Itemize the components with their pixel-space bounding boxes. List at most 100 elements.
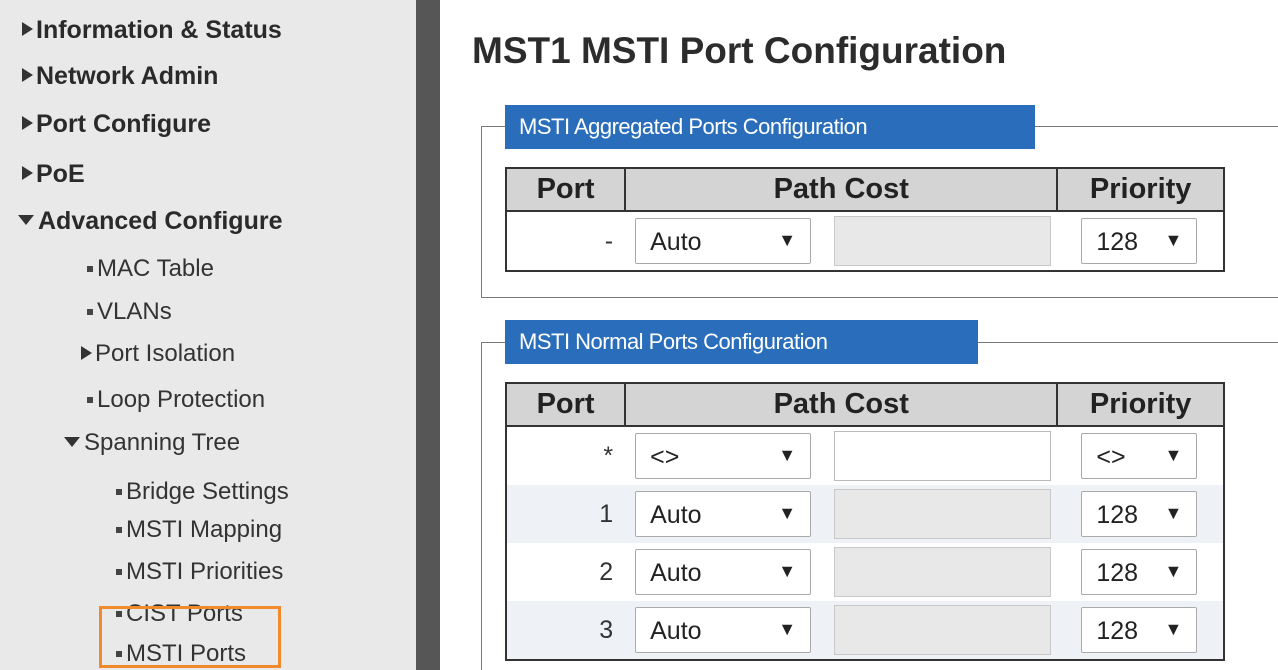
nav-msti-mapping[interactable]: MSTI Mapping bbox=[116, 516, 282, 544]
nav-mac-table[interactable]: MAC Table bbox=[87, 255, 214, 283]
fieldset-border bbox=[1035, 126, 1278, 127]
port-cell: 1 bbox=[506, 485, 626, 543]
nav-label: PoE bbox=[36, 160, 85, 188]
dropdown-arrow-icon: ▼ bbox=[1164, 503, 1183, 523]
priority-cell: 128 ▼ bbox=[1057, 485, 1224, 543]
nav-loop-protection[interactable]: Loop Protection bbox=[87, 386, 265, 414]
header-priority: Priority bbox=[1056, 383, 1225, 427]
path-cost-value-input[interactable] bbox=[834, 489, 1052, 539]
bullet-icon bbox=[87, 308, 93, 315]
dropdown-arrow-icon: ▼ bbox=[778, 230, 797, 250]
priority-cell: 128 ▼ bbox=[1057, 543, 1224, 601]
nav-spanning-tree[interactable]: Spanning Tree bbox=[64, 429, 240, 457]
port-cell: * bbox=[506, 426, 626, 485]
path-cost-mode-select[interactable]: Auto ▼ bbox=[635, 549, 812, 595]
aggregated-ports-table: Port Path Cost Priority - Auto ▼ 128 ▼ bbox=[504, 167, 1225, 272]
path-cost-cell: Auto ▼ bbox=[625, 543, 1058, 601]
selected-nav-highlight bbox=[99, 606, 281, 668]
triangle-right-icon bbox=[22, 22, 33, 37]
header-path-cost: Path Cost bbox=[624, 168, 1059, 212]
priority-select[interactable]: 128 ▼ bbox=[1081, 607, 1198, 653]
nav-label: Port Configure bbox=[36, 110, 211, 138]
port-cell: 3 bbox=[506, 601, 626, 660]
path-cost-mode-select[interactable]: Auto ▼ bbox=[635, 491, 812, 537]
select-value: Auto bbox=[650, 617, 702, 645]
nav-label: MAC Table bbox=[97, 255, 214, 282]
bullet-icon bbox=[116, 526, 122, 533]
header-priority: Priority bbox=[1056, 168, 1225, 212]
header-port: Port bbox=[504, 168, 627, 212]
path-cost-value-input[interactable] bbox=[834, 547, 1052, 597]
port-cell: 2 bbox=[506, 543, 626, 601]
dropdown-arrow-icon: ▼ bbox=[778, 445, 797, 465]
nav-label: Port Isolation bbox=[95, 340, 236, 367]
path-cost-value-input[interactable] bbox=[834, 216, 1052, 266]
sidebar-divider[interactable] bbox=[416, 0, 440, 670]
dropdown-arrow-icon: ▼ bbox=[1164, 619, 1183, 639]
bullet-icon bbox=[116, 488, 122, 495]
nav-port-isolation[interactable]: Port Isolation bbox=[81, 340, 235, 368]
fieldset-border bbox=[481, 126, 482, 298]
nav-msti-priorities[interactable]: MSTI Priorities bbox=[116, 558, 283, 586]
priority-cell: 128 ▼ bbox=[1057, 211, 1224, 271]
dropdown-arrow-icon: ▼ bbox=[1164, 445, 1183, 465]
nav-advanced-configure[interactable]: Advanced Configure bbox=[18, 207, 282, 236]
triangle-right-icon bbox=[22, 116, 33, 131]
nav-label: Network Admin bbox=[36, 62, 219, 90]
nav-label: Spanning Tree bbox=[84, 429, 241, 456]
nav-label: Information & Status bbox=[36, 16, 282, 44]
nav-label: Bridge Settings bbox=[126, 478, 289, 505]
dropdown-arrow-icon: ▼ bbox=[1164, 561, 1183, 581]
select-value: <> bbox=[650, 443, 680, 471]
dropdown-arrow-icon: ▼ bbox=[778, 503, 797, 523]
fieldset-border bbox=[481, 297, 1278, 298]
nav-label: Advanced Configure bbox=[38, 207, 283, 235]
fieldset-border bbox=[481, 342, 505, 343]
path-cost-mode-select[interactable]: Auto ▼ bbox=[635, 218, 812, 264]
header-port: Port bbox=[504, 383, 627, 427]
nav-information-status[interactable]: Information & Status bbox=[22, 16, 282, 45]
select-value: Auto bbox=[650, 228, 702, 256]
header-path-cost: Path Cost bbox=[624, 383, 1059, 427]
dropdown-arrow-icon: ▼ bbox=[1164, 230, 1183, 250]
select-value: 128 bbox=[1096, 559, 1139, 587]
priority-cell: 128 ▼ bbox=[1057, 601, 1224, 660]
path-cost-cell: Auto ▼ bbox=[625, 485, 1058, 543]
normal-ports-table: Port Path Cost Priority * <> ▼ <> ▼ 1 Auto… bbox=[504, 382, 1225, 661]
fieldset-border bbox=[978, 342, 1278, 343]
nav-poe[interactable]: PoE bbox=[22, 160, 85, 189]
triangle-right-icon bbox=[81, 345, 92, 360]
nav-network-admin[interactable]: Network Admin bbox=[22, 62, 218, 91]
bullet-icon bbox=[87, 396, 93, 403]
select-value: <> bbox=[1096, 443, 1126, 471]
path-cost-cell: <> ▼ bbox=[625, 426, 1058, 485]
bullet-icon bbox=[87, 265, 93, 272]
triangle-right-icon bbox=[22, 166, 33, 181]
nav-vlans[interactable]: VLANs bbox=[87, 298, 172, 326]
nav-label: Loop Protection bbox=[97, 386, 266, 413]
path-cost-cell: Auto ▼ bbox=[625, 211, 1058, 271]
page-title: MST1 MSTI Port Configuration bbox=[472, 30, 1007, 71]
triangle-down-icon bbox=[64, 436, 80, 447]
triangle-down-icon bbox=[18, 215, 34, 226]
priority-select[interactable]: 128 ▼ bbox=[1081, 491, 1198, 537]
priority-select[interactable]: 128 ▼ bbox=[1081, 549, 1198, 595]
path-cost-mode-select[interactable]: Auto ▼ bbox=[635, 607, 812, 653]
table-row: 1 Auto ▼ 128 ▼ bbox=[506, 485, 1224, 543]
table-row: 3 Auto ▼ 128 ▼ bbox=[506, 601, 1224, 660]
priority-select[interactable]: 128 ▼ bbox=[1081, 218, 1198, 264]
aggregated-ports-legend: MSTI Aggregated Ports Configuration bbox=[505, 105, 1035, 149]
path-cost-value-input[interactable] bbox=[834, 605, 1052, 655]
nav-port-configure[interactable]: Port Configure bbox=[22, 110, 211, 139]
path-cost-cell: Auto ▼ bbox=[625, 601, 1058, 660]
nav-bridge-settings[interactable]: Bridge Settings bbox=[116, 478, 289, 506]
select-value: 128 bbox=[1096, 501, 1139, 529]
priority-select[interactable]: <> ▼ bbox=[1081, 433, 1198, 479]
nav-label: MSTI Mapping bbox=[126, 516, 283, 543]
dropdown-arrow-icon: ▼ bbox=[778, 561, 797, 581]
path-cost-value-input[interactable] bbox=[834, 431, 1052, 481]
nav-label: MSTI Priorities bbox=[126, 558, 284, 585]
select-value: Auto bbox=[650, 501, 702, 529]
path-cost-mode-select[interactable]: <> ▼ bbox=[635, 433, 812, 479]
select-value: 128 bbox=[1096, 617, 1139, 645]
